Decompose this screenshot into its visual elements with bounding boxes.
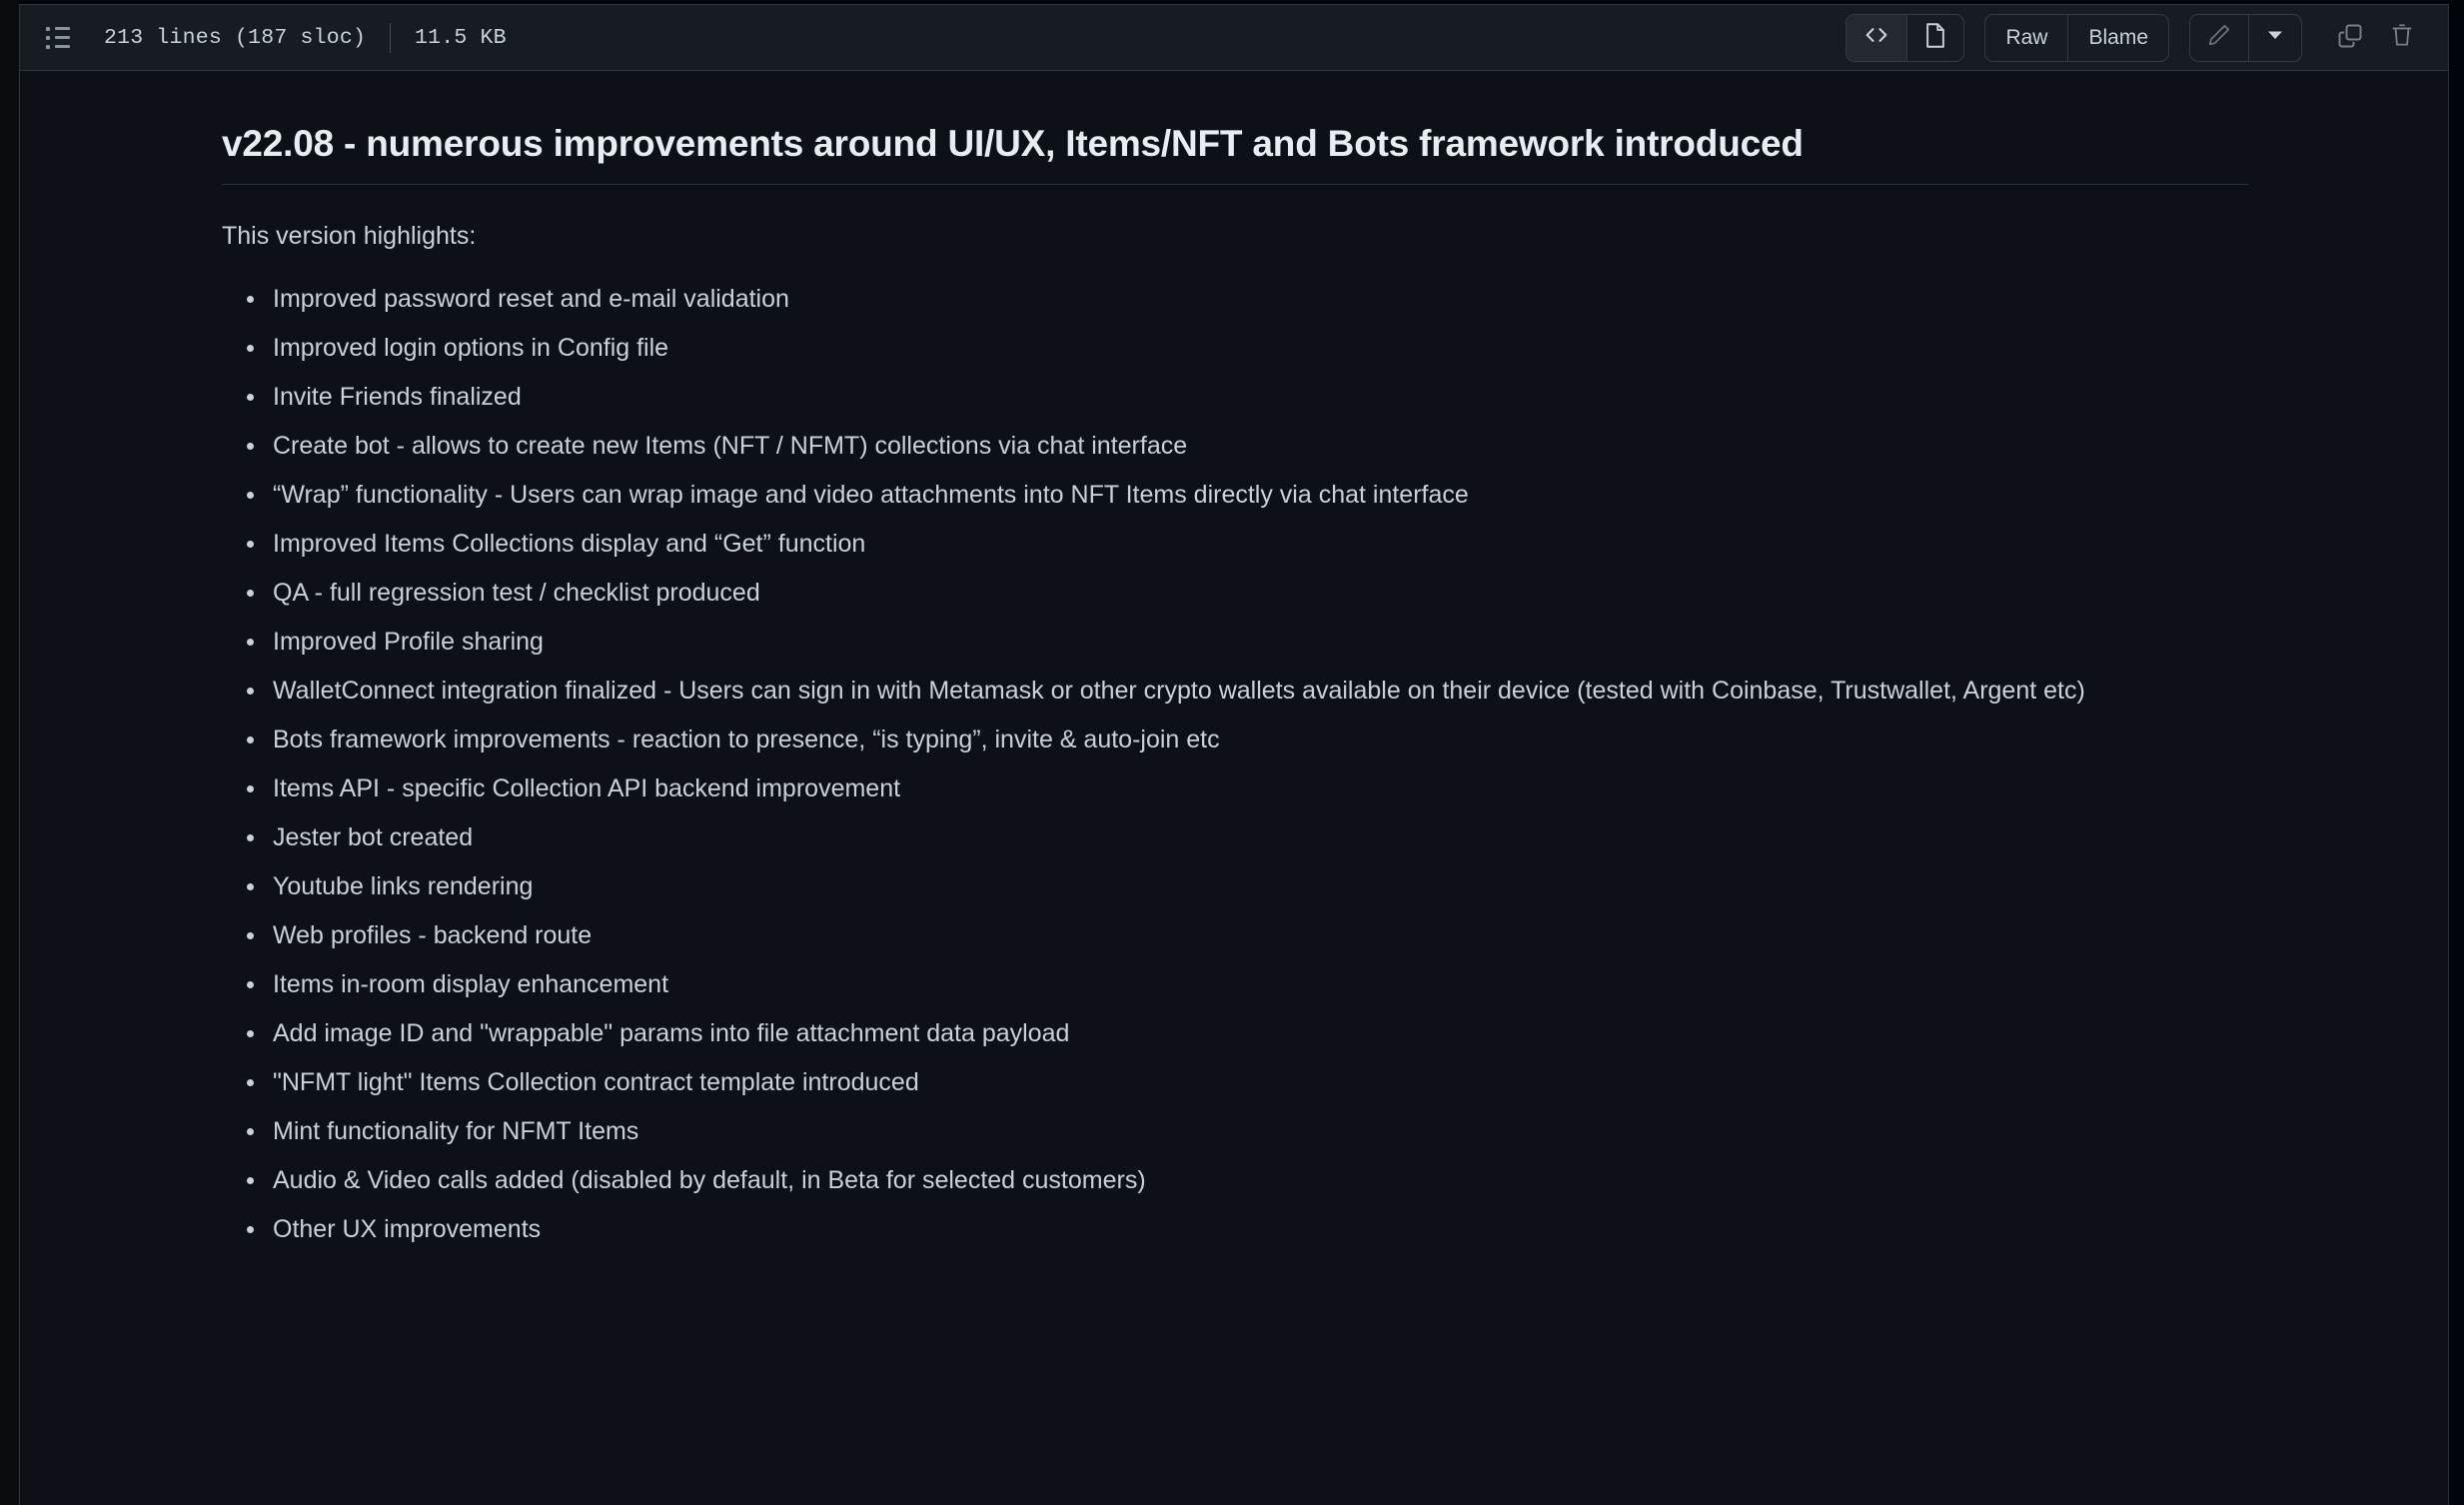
file-viewer-page: 213 lines (187 sloc) 11.5 KB Raw Blame v… (0, 0, 2464, 1505)
left-gutter (0, 0, 19, 1505)
meta-divider (390, 22, 392, 53)
intro-paragraph: This version highlights: (222, 222, 477, 251)
highlights-list: Improved password reset and e-mail valid… (222, 280, 2248, 1248)
copy-icon (2336, 22, 2364, 55)
raw-blame-group: Raw Blame (1984, 14, 2169, 62)
file-actions-group: Raw Blame (1846, 5, 2426, 71)
trash-icon (2389, 22, 2415, 55)
list-item: Web profiles - backend route (247, 916, 2248, 954)
list-item: Youtube links rendering (247, 867, 2248, 905)
code-view-button[interactable] (1847, 15, 1907, 61)
list-item: Improved Items Collections display and “… (247, 525, 2248, 563)
blame-button[interactable]: Blame (2067, 15, 2168, 61)
list-item: Jester bot created (247, 818, 2248, 856)
list-item: Bots framework improvements - reaction t… (247, 721, 2248, 758)
file-meta-group: 213 lines (187 sloc) 11.5 KB (42, 22, 507, 53)
code-icon (1862, 21, 1890, 55)
list-item: Invite Friends finalized (247, 378, 2248, 416)
list-item: Improved Profile sharing (247, 623, 2248, 661)
list-item: QA - full regression test / checklist pr… (247, 574, 2248, 612)
edit-group (2189, 14, 2302, 62)
view-toggle-group (1846, 14, 1965, 62)
list-item: WalletConnect integration finalized - Us… (247, 672, 2248, 710)
list-item: “Wrap” functionality - Users can wrap im… (247, 476, 2248, 514)
list-item: Mint functionality for NFMT Items (247, 1112, 2248, 1150)
list-item: Improved login options in Config file (247, 329, 2248, 367)
list-item: Improved password reset and e-mail valid… (247, 280, 2248, 318)
markdown-content: v22.08 - numerous improvements around UI… (20, 71, 2448, 1248)
list-item: Add image ID and "wrappable" params into… (247, 1014, 2248, 1052)
delete-button[interactable] (2378, 15, 2426, 61)
preview-view-button[interactable] (1906, 15, 1963, 61)
list-item: Other UX improvements (247, 1210, 2248, 1248)
edit-dropdown-button[interactable] (2248, 15, 2301, 61)
edit-file-button[interactable] (2190, 15, 2248, 61)
page-title: v22.08 - numerous improvements around UI… (222, 121, 2248, 186)
raw-button[interactable]: Raw (1985, 15, 2067, 61)
pencil-icon (2206, 22, 2232, 54)
file-size: 11.5 KB (415, 25, 507, 50)
file-toolbar: 213 lines (187 sloc) 11.5 KB Raw Blame (20, 5, 2448, 71)
list-item: Items API - specific Collection API back… (247, 769, 2248, 807)
list-item: "NFMT light" Items Collection contract t… (247, 1063, 2248, 1101)
list-item: Create bot - allows to create new Items … (247, 427, 2248, 465)
copy-button[interactable] (2326, 15, 2374, 61)
file-preview-icon (1923, 22, 1947, 55)
file-lines-count: 213 lines (187 sloc) (104, 25, 367, 50)
list-unordered-icon[interactable] (46, 23, 76, 53)
file-panel: 213 lines (187 sloc) 11.5 KB Raw Blame v… (19, 4, 2449, 1505)
list-item: Audio & Video calls added (disabled by d… (247, 1161, 2248, 1199)
list-item: Items in-room display enhancement (247, 965, 2248, 1003)
chevron-down-icon (2265, 25, 2285, 51)
